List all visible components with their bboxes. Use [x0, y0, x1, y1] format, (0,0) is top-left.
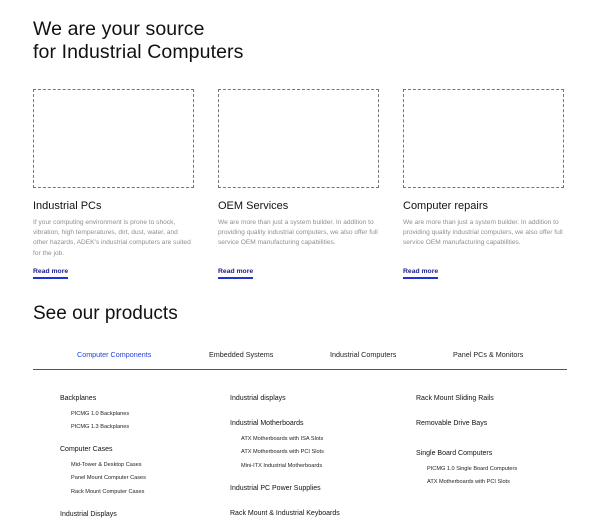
card-title: OEM Services: [218, 200, 289, 212]
product-column-2: Industrial displays Industrial Motherboa…: [230, 394, 340, 527]
product-category-tabs: Computer Components Embedded Systems Ind…: [33, 349, 567, 370]
product-group: Industrial Displays: [60, 510, 146, 520]
product-group: Computer Cases Mid-Tower & Desktop Cases…: [60, 445, 146, 496]
category-link-backplanes[interactable]: Backplanes: [60, 394, 146, 404]
service-card-oem-services: OEM Services We are more than just a sys…: [218, 89, 379, 279]
tab-computer-components[interactable]: Computer Components: [77, 349, 151, 361]
category-link-sliding-rails[interactable]: Rack Mount Sliding Rails: [416, 394, 517, 404]
card-title: Industrial PCs: [33, 200, 102, 212]
read-more-link[interactable]: Read more: [33, 267, 69, 279]
hero-title: We are your source for Industrial Comput…: [33, 18, 243, 64]
card-image-placeholder: [33, 89, 194, 188]
subcategory-link[interactable]: Mid-Tower & Desktop Cases: [60, 461, 146, 469]
product-group: Industrial Motherboards ATX Motherboards…: [230, 419, 340, 470]
category-link-keyboards[interactable]: Rack Mount & Industrial Keyboards: [230, 509, 340, 519]
category-link-industrial-displays-2[interactable]: Industrial displays: [230, 394, 340, 404]
category-link-computer-cases[interactable]: Computer Cases: [60, 445, 146, 455]
products-section-title: See our products: [33, 303, 178, 324]
hero-title-line-1: We are your source: [33, 18, 205, 40]
subcategory-link[interactable]: PICMG 1.3 Backplanes: [60, 423, 146, 431]
product-group: Industrial displays: [230, 394, 340, 404]
subcategory-link[interactable]: Mini-ITX Industrial Motherboards: [230, 462, 340, 470]
category-link-industrial-displays[interactable]: Industrial Displays: [60, 510, 146, 520]
category-link-power-supplies[interactable]: Industrial PC Power Supplies: [230, 484, 340, 494]
service-card-computer-repairs: Computer repairs We are more than just a…: [403, 89, 564, 279]
subcategory-link[interactable]: Panel Mount Computer Cases: [60, 474, 146, 482]
category-link-removable-drive-bays[interactable]: Removable Drive Bays: [416, 419, 517, 429]
card-description: If your computing environment is prone t…: [33, 219, 191, 257]
subcategory-link[interactable]: ATX Motherboards with PCI Slots: [416, 478, 517, 486]
tab-industrial-computers[interactable]: Industrial Computers: [330, 349, 396, 361]
category-link-industrial-motherboards[interactable]: Industrial Motherboards: [230, 419, 340, 429]
subcategory-link[interactable]: PICMG 1.0 Backplanes: [60, 410, 146, 418]
category-link-single-board-computers[interactable]: Single Board Computers: [416, 449, 517, 459]
product-group: Removable Drive Bays: [416, 419, 517, 429]
card-description: We are more than just a system builder. …: [218, 219, 378, 247]
service-card-industrial-pcs: Industrial PCs If your computing environ…: [33, 89, 194, 279]
product-group: Backplanes PICMG 1.0 Backplanes PICMG 1.…: [60, 394, 146, 431]
card-image-placeholder: [403, 89, 564, 188]
hero-title-line-2: for Industrial Computers: [33, 41, 244, 63]
subcategory-link[interactable]: ATX Motherboards with ISA Slots: [230, 435, 340, 443]
tab-embedded-systems[interactable]: Embedded Systems: [209, 349, 273, 361]
subcategory-link[interactable]: PICMG 1.0 Single Board Computers: [416, 465, 517, 473]
product-column-3: Rack Mount Sliding Rails Removable Drive…: [416, 394, 517, 500]
read-more-link[interactable]: Read more: [218, 267, 254, 279]
product-group: Rack Mount & Industrial Keyboards: [230, 509, 340, 519]
subcategory-link[interactable]: Rack Mount Computer Cases: [60, 488, 146, 496]
read-more-link[interactable]: Read more: [403, 267, 439, 279]
service-cards: Industrial PCs If your computing environ…: [33, 89, 565, 289]
product-column-1: Backplanes PICMG 1.0 Backplanes PICMG 1.…: [60, 394, 146, 527]
product-group: Single Board Computers PICMG 1.0 Single …: [416, 449, 517, 486]
card-description: We are more than just a system builder. …: [403, 219, 563, 247]
card-image-placeholder: [218, 89, 379, 188]
tab-panel-pcs-monitors[interactable]: Panel PCs & Monitors: [453, 349, 523, 361]
product-group: Industrial PC Power Supplies: [230, 484, 340, 494]
product-group: Rack Mount Sliding Rails: [416, 394, 517, 404]
subcategory-link[interactable]: ATX Motherboards with PCI Slots: [230, 448, 340, 456]
card-title: Computer repairs: [403, 200, 488, 212]
